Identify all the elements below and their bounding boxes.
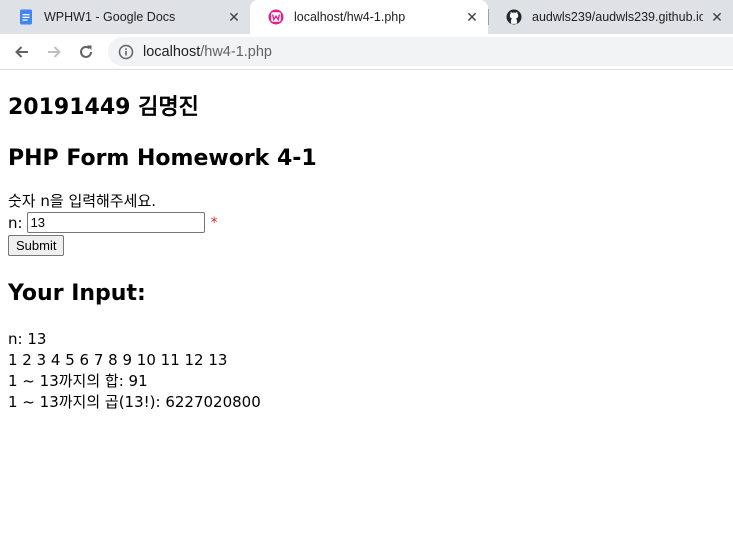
n-input[interactable]	[26, 212, 205, 233]
page-title: PHP Form Homework 4-1	[8, 146, 317, 171]
back-button[interactable]	[10, 40, 34, 64]
browser-toolbar: localhost/hw4-1.php	[0, 34, 733, 70]
result-sequence: 1 2 3 4 5 6 7 8 9 10 11 12 13	[8, 351, 228, 369]
student-heading: 20191449 김명진	[8, 95, 199, 120]
n-form-row: n: *	[8, 212, 725, 233]
forward-button[interactable]	[42, 40, 66, 64]
wamp-server-icon	[268, 9, 284, 25]
tab-title: localhost/hw4-1.php	[294, 10, 406, 24]
tab-title: audwls239/audwls239.github.io	[532, 10, 703, 24]
result-n: n: 13	[8, 330, 47, 348]
tab-title: WPHW1 - Google Docs	[44, 10, 176, 24]
address-bar[interactable]: localhost/hw4-1.php	[108, 37, 733, 66]
url-text: localhost/hw4-1.php	[143, 44, 272, 60]
tab-separator	[488, 9, 489, 25]
close-icon[interactable]: ✕	[226, 9, 242, 25]
tab-google-docs[interactable]: WPHW1 - Google Docs ✕	[0, 0, 250, 34]
github-icon	[506, 9, 522, 25]
url-path: /hw4-1.php	[200, 43, 272, 60]
arrow-left-icon	[15, 46, 28, 58]
arrow-right-icon	[48, 46, 61, 58]
input-prompt: 숫자 n을 입력해주세요.	[8, 192, 157, 210]
result-factorial: 1 ~ 13까지의 곱(13!): 6227020800	[8, 393, 261, 411]
result-sum: 1 ~ 13까지의 합: 91	[8, 372, 148, 390]
reload-button[interactable]	[74, 40, 98, 64]
result-heading: Your Input:	[8, 281, 146, 306]
submit-button[interactable]: Submit	[8, 235, 65, 256]
result-list: n: 13 1 2 3 4 5 6 7 8 9 10 11 12 13 1 ~ …	[8, 329, 725, 413]
required-mark: *	[210, 214, 218, 231]
reload-icon	[80, 45, 92, 58]
google-docs-icon	[20, 9, 32, 25]
tab-localhost[interactable]: localhost/hw4-1.php ✕	[250, 0, 488, 34]
close-icon[interactable]: ✕	[464, 9, 480, 25]
url-host: localhost	[143, 43, 201, 60]
n-field-label: n:	[8, 213, 23, 232]
page-content: 20191449 김명진 PHP Form Homework 4-1 숫자 n을…	[8, 71, 725, 413]
tab-strip: WPHW1 - Google Docs ✕ localhost/hw4-1.ph…	[0, 0, 733, 34]
info-icon[interactable]	[118, 44, 134, 60]
tab-github[interactable]: audwls239/audwls239.github.io ✕	[488, 0, 733, 34]
close-icon[interactable]: ✕	[709, 9, 725, 25]
